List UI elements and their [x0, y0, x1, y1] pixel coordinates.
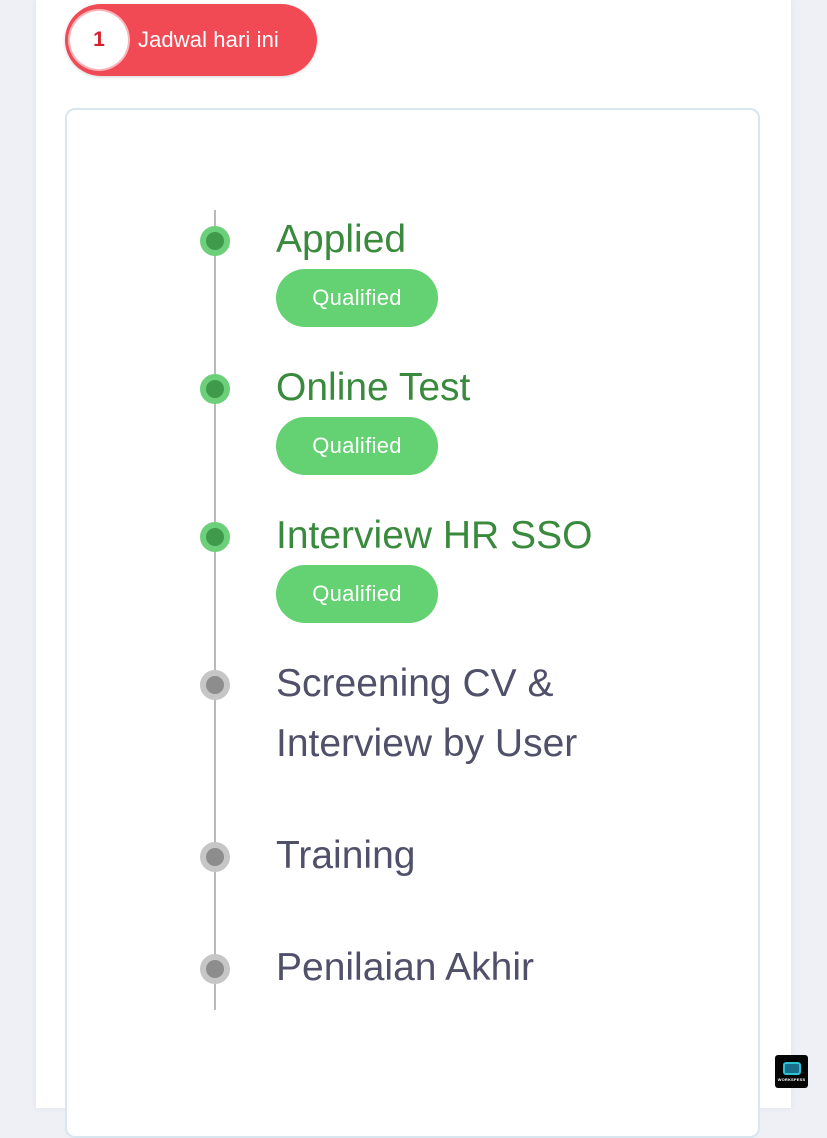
- step-dot-interview-hr: [200, 522, 230, 552]
- status-badge-applied: Qualified: [276, 269, 438, 327]
- step-dot-screening: [200, 670, 230, 700]
- schedule-count-badge: 1: [70, 11, 128, 69]
- step-title-online-test: Online Test: [276, 366, 471, 409]
- step-dot-training: [200, 842, 230, 872]
- today-schedule-button[interactable]: 1 Jadwal hari ini: [65, 4, 317, 76]
- monitor-icon: [782, 1061, 801, 1075]
- step-dot-penilaian: [200, 954, 230, 984]
- watermark-text: WORKSPESS: [777, 1076, 806, 1082]
- step-title-interview-hr: Interview HR SSO: [276, 514, 593, 557]
- step-dot-online-test: [200, 374, 230, 404]
- step-dot-applied: [200, 226, 230, 256]
- status-badge-interview-hr: Qualified: [276, 565, 438, 623]
- step-title-penilaian: Penilaian Akhir: [276, 946, 534, 989]
- step-title-training: Training: [276, 834, 416, 877]
- step-title-screening-line1: Screening CV &: [276, 662, 554, 705]
- timeline-line: [214, 210, 216, 1010]
- status-badge-online-test: Qualified: [276, 417, 438, 475]
- watermark-logo: WORKSPESS: [775, 1055, 808, 1088]
- step-title-applied: Applied: [276, 218, 407, 261]
- schedule-label: Jadwal hari ini: [138, 27, 279, 52]
- step-title-screening-line2: Interview by User: [276, 722, 578, 765]
